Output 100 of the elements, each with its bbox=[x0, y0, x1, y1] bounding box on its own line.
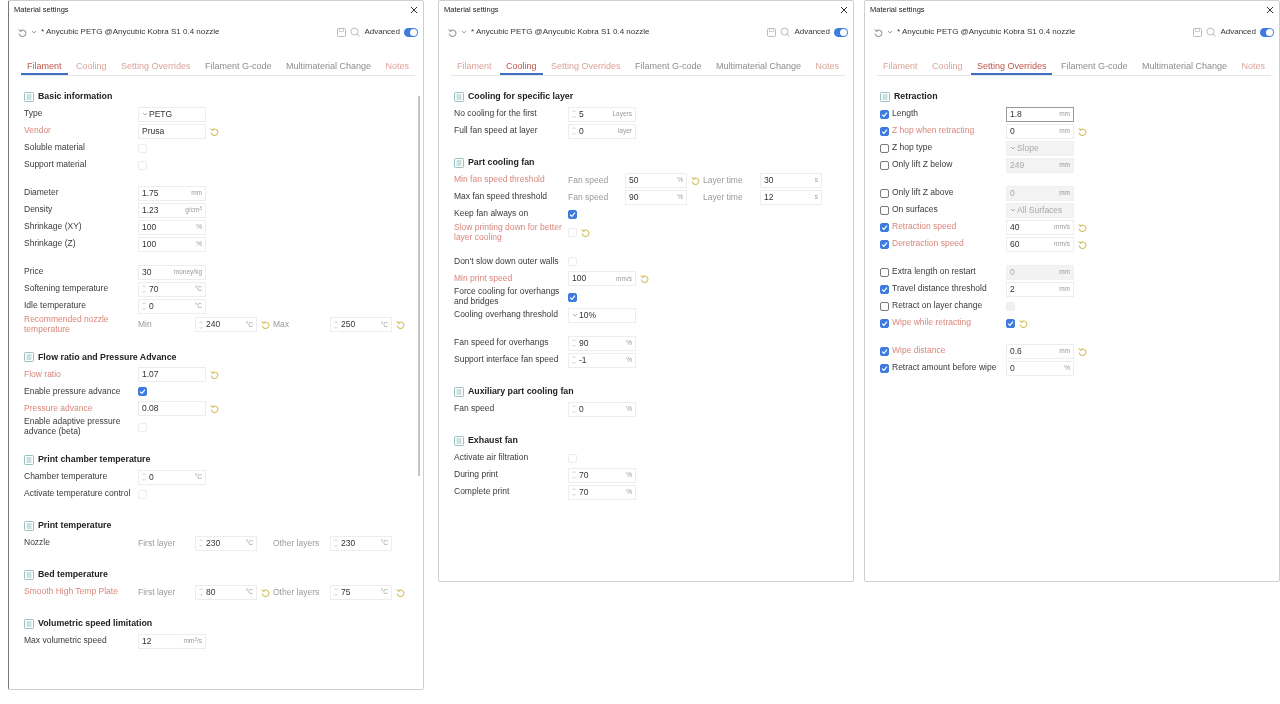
setting-label: Type bbox=[24, 109, 44, 120]
reset-icon[interactable] bbox=[448, 27, 457, 37]
checkbox[interactable] bbox=[138, 387, 147, 397]
list-icon bbox=[454, 386, 464, 397]
section-title: Cooling for specific layer bbox=[468, 90, 574, 104]
reset-icon[interactable] bbox=[1078, 346, 1087, 356]
reset-icon[interactable] bbox=[260, 587, 270, 597]
checkbox[interactable] bbox=[880, 346, 889, 356]
list-icon bbox=[24, 454, 34, 465]
save-icon[interactable] bbox=[337, 27, 347, 37]
input-field[interactable]: 0.08 bbox=[138, 401, 206, 417]
tab[interactable]: Setting Overrides bbox=[970, 60, 1053, 75]
tab[interactable]: Filament G-code bbox=[198, 60, 278, 75]
caret-icon[interactable] bbox=[31, 29, 37, 35]
list-icon bbox=[454, 435, 464, 446]
checkbox[interactable] bbox=[568, 209, 577, 219]
toggle-label: Advanced bbox=[1220, 26, 1256, 38]
setting-label: Diameter bbox=[24, 188, 60, 199]
caret-icon[interactable] bbox=[572, 312, 578, 319]
setting-label: Support material bbox=[24, 160, 88, 171]
input-field[interactable]: Prusa bbox=[138, 123, 206, 139]
section-title: Volumetric speed limitation bbox=[38, 617, 153, 631]
toggle-switch[interactable] bbox=[834, 27, 848, 37]
reset-icon[interactable] bbox=[1078, 239, 1087, 249]
section-title: Retraction bbox=[894, 90, 938, 104]
checkbox[interactable] bbox=[880, 109, 889, 119]
section-title: Exhaust fan bbox=[468, 434, 518, 448]
save-icon[interactable] bbox=[767, 27, 777, 37]
setting-label: Z hop when retracting bbox=[892, 126, 976, 137]
field-caption: Layer time bbox=[703, 173, 744, 187]
reset-icon[interactable] bbox=[581, 228, 590, 238]
setting-label: Pressure advance bbox=[24, 403, 94, 414]
preset-name[interactable]: * Anycubic PETG @Anycubic Kobra S1 0.4 nozzle bbox=[897, 26, 1076, 38]
reset-icon[interactable] bbox=[640, 274, 649, 284]
setting-label: Travel distance threshold bbox=[892, 284, 988, 295]
caret-icon[interactable] bbox=[887, 29, 893, 35]
setting-label: Fan speed for overhangs bbox=[454, 338, 550, 349]
setting-label: Keep fan always on bbox=[454, 209, 530, 220]
setting-label: Retract on layer change bbox=[892, 301, 984, 312]
setting-label: Force cooling for overhangs and bridges bbox=[454, 287, 561, 307]
reset-icon[interactable] bbox=[210, 404, 219, 414]
preset-name[interactable]: * Anycubic PETG @Anycubic Kobra S1 0.4 nozzle bbox=[471, 26, 650, 38]
setting-label: Vendor bbox=[24, 126, 52, 137]
toggle-switch[interactable] bbox=[404, 27, 418, 37]
setting-label: Max volumetric speed bbox=[24, 636, 108, 647]
dropdown[interactable]: PETG bbox=[138, 106, 206, 122]
setting-label: Support interface fan speed bbox=[454, 355, 560, 366]
section-title: Print temperature bbox=[38, 519, 112, 533]
search-icon[interactable] bbox=[780, 27, 791, 37]
checkbox[interactable] bbox=[880, 363, 889, 373]
save-icon[interactable] bbox=[1193, 27, 1203, 37]
checkbox[interactable] bbox=[880, 222, 889, 232]
toggle-switch[interactable] bbox=[1260, 27, 1274, 37]
tab[interactable]: Filament G-code bbox=[628, 60, 708, 75]
setting-label: Cooling overhang threshold bbox=[454, 310, 559, 321]
input-field[interactable]: 1.07 bbox=[138, 367, 206, 383]
reset-icon[interactable] bbox=[1078, 126, 1087, 136]
reset-icon[interactable] bbox=[1019, 318, 1028, 328]
caret-icon[interactable] bbox=[461, 29, 467, 35]
checkbox[interactable] bbox=[1006, 318, 1015, 328]
caret-icon[interactable] bbox=[142, 111, 148, 118]
preset-name[interactable]: * Anycubic PETG @Anycubic Kobra S1 0.4 nozzle bbox=[41, 26, 220, 38]
checkbox[interactable] bbox=[880, 239, 889, 249]
reset-icon[interactable] bbox=[690, 175, 700, 185]
reset-icon[interactable] bbox=[874, 27, 883, 37]
setting-label: Only lift Z below bbox=[892, 160, 954, 171]
setting-label: Retraction speed bbox=[892, 222, 958, 233]
reset-icon[interactable] bbox=[395, 320, 405, 330]
setting-label: Length bbox=[892, 109, 919, 120]
list-icon bbox=[454, 157, 464, 168]
tab[interactable]: Multimaterial Change bbox=[1135, 60, 1233, 75]
reset-icon[interactable] bbox=[210, 370, 219, 380]
reset-icon[interactable] bbox=[395, 587, 405, 597]
setting-label: Soluble material bbox=[24, 143, 86, 154]
close-icon[interactable] bbox=[1266, 5, 1274, 14]
tab[interactable]: Multimaterial Change bbox=[279, 60, 377, 75]
setting-label: Slow printing down for better layer cooling bbox=[454, 222, 563, 243]
checkbox[interactable] bbox=[880, 126, 889, 136]
close-icon[interactable] bbox=[840, 5, 848, 14]
tab[interactable]: Multimaterial Change bbox=[709, 60, 807, 75]
reset-icon[interactable] bbox=[1078, 222, 1087, 232]
scrollbar-thumb[interactable] bbox=[418, 95, 420, 476]
tab[interactable]: Cooling bbox=[499, 60, 543, 75]
search-icon[interactable] bbox=[1206, 27, 1217, 37]
search-icon[interactable] bbox=[350, 27, 361, 37]
setting-label: Softening temperature bbox=[24, 284, 110, 295]
tab[interactable]: Filament G-code bbox=[1054, 60, 1134, 75]
close-icon[interactable] bbox=[410, 5, 418, 14]
tab[interactable]: Filament bbox=[21, 60, 68, 75]
field-caption: First layer bbox=[138, 586, 177, 599]
setting-label: Flow ratio bbox=[24, 369, 62, 380]
checkbox[interactable] bbox=[880, 318, 889, 328]
checkbox[interactable] bbox=[880, 284, 889, 294]
checkbox[interactable] bbox=[568, 292, 577, 302]
reset-icon[interactable] bbox=[210, 126, 219, 136]
setting-label: Chamber temperature bbox=[24, 472, 109, 483]
setting-label: Shrinkage (XY) bbox=[24, 222, 83, 233]
reset-icon[interactable] bbox=[260, 320, 270, 330]
reset-icon[interactable] bbox=[18, 27, 27, 37]
dropdown[interactable]: 10% bbox=[568, 307, 636, 323]
